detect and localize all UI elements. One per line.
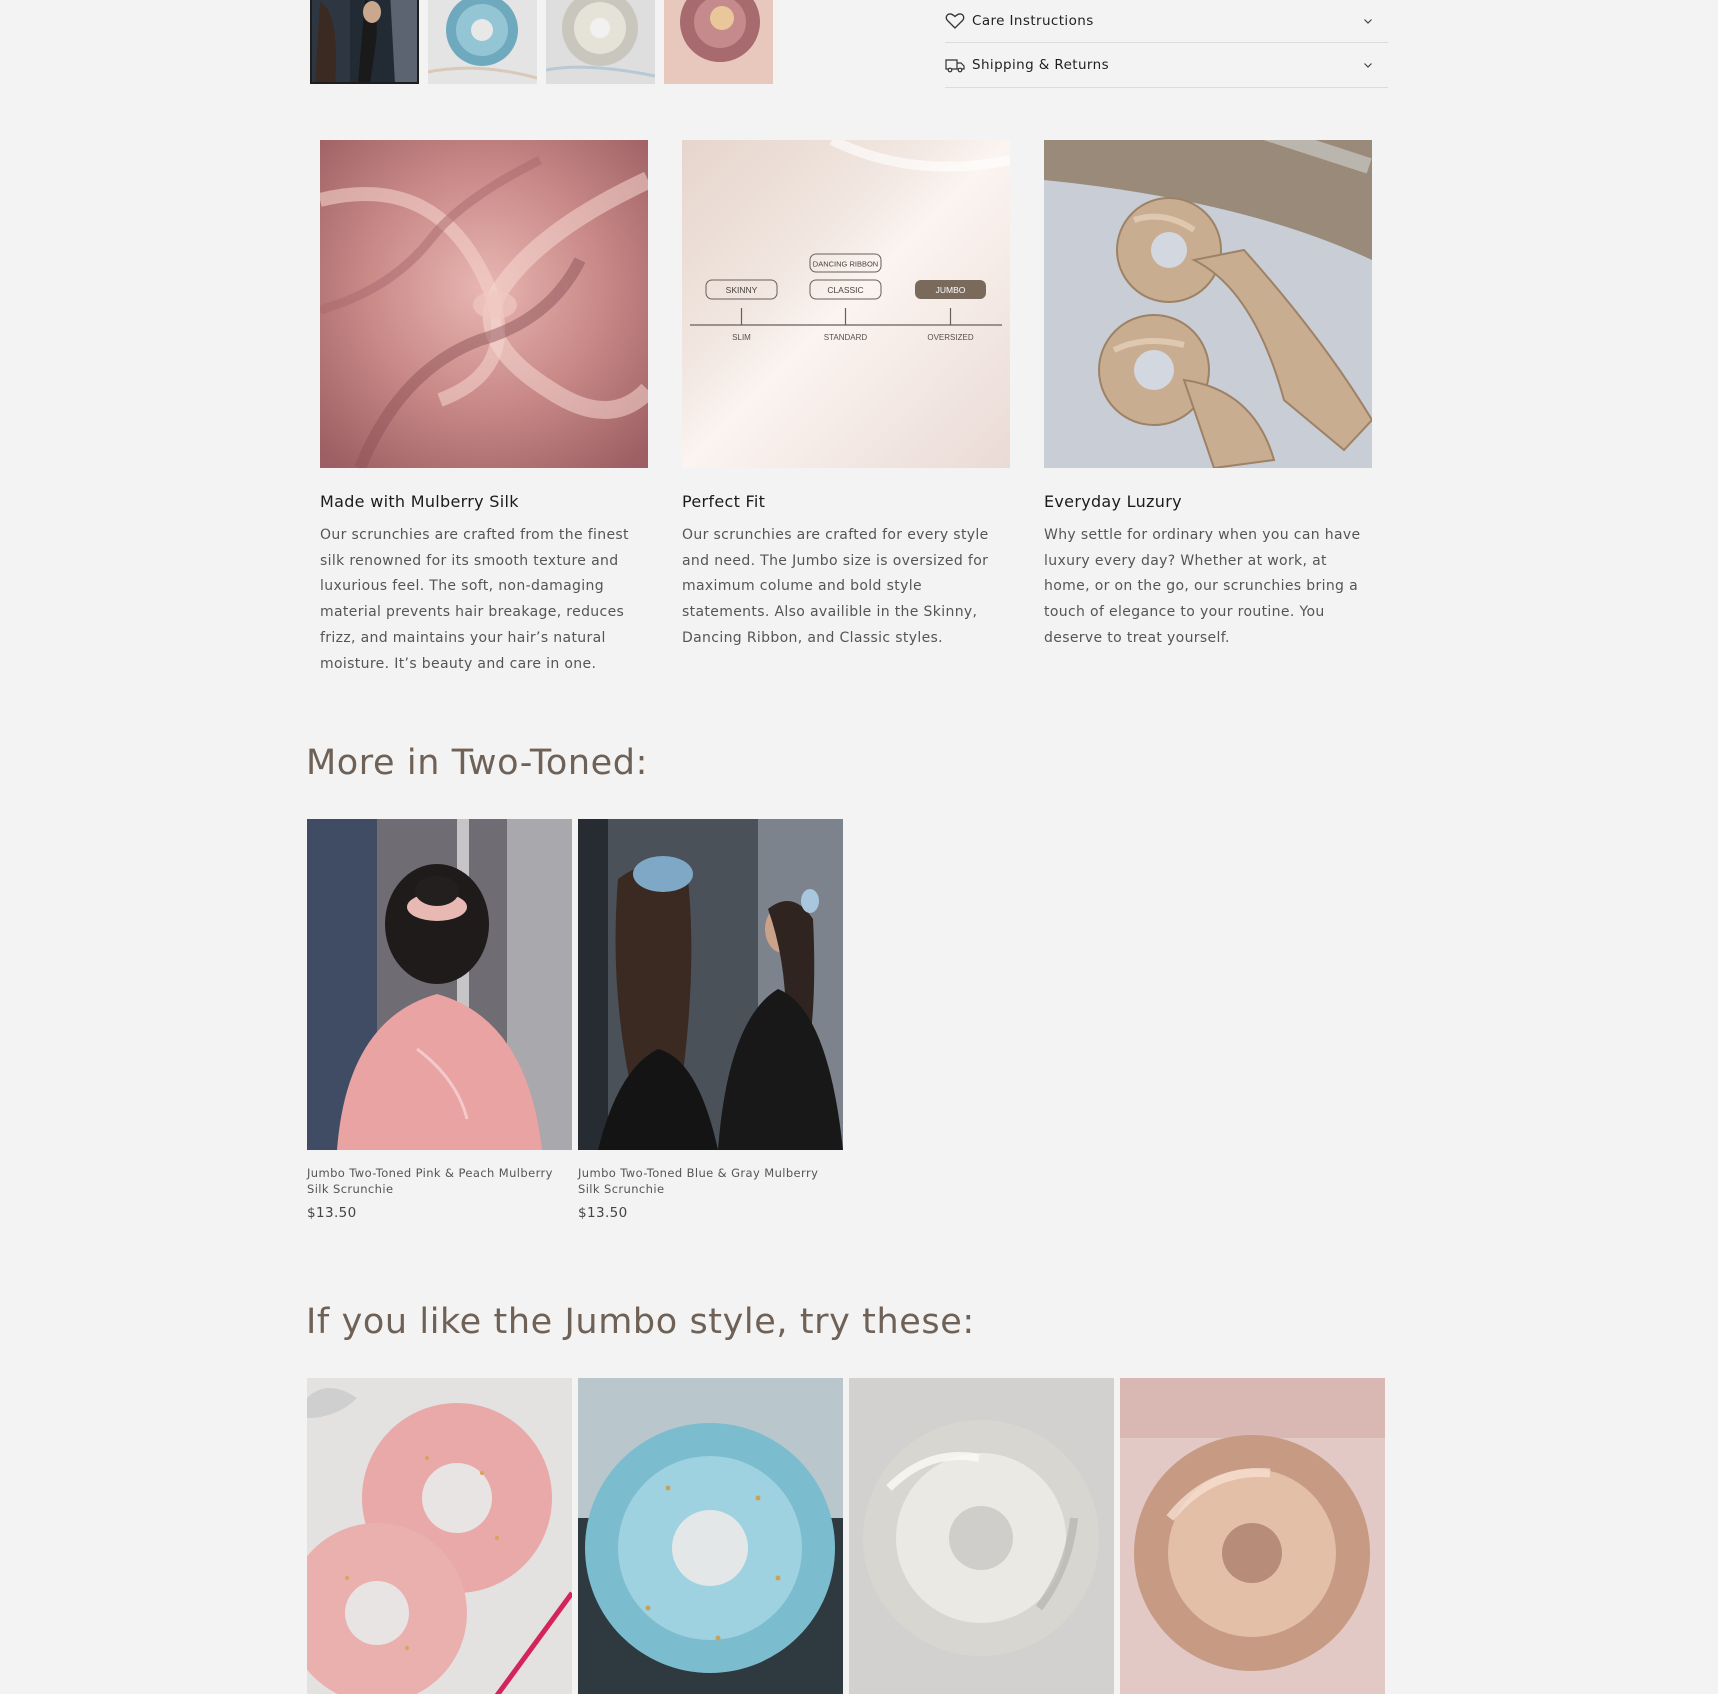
feature-description: Why settle for ordinary when you can hav… (1044, 527, 1361, 646)
size-chart-image: DANCING RIBBON SKINNY CLASSIC JUMBO SLIM… (682, 140, 1010, 468)
feature-perfect-fit: DANCING RIBBON SKINNY CLASSIC JUMBO SLIM… (682, 140, 1010, 677)
product-card[interactable] (1120, 1378, 1385, 1694)
product-card[interactable] (849, 1378, 1114, 1694)
product-image[interactable] (1120, 1378, 1385, 1694)
feature-title: Everyday Luzury (1044, 492, 1182, 511)
product-image[interactable] (578, 1378, 843, 1694)
shipping-returns-accordion[interactable]: Shipping & Returns (945, 43, 1388, 88)
feature-description: Our scrunchies are crafted for every sty… (682, 527, 989, 646)
section-heading-jumbo-style: If you like the Jumbo style, try these: (306, 1302, 975, 1342)
champagne-scrunchies-image (1044, 140, 1372, 468)
product-card[interactable] (578, 1378, 843, 1694)
product-price: $13.50 (307, 1205, 357, 1221)
accordion-label-shipping: Shipping & Returns (972, 57, 1110, 73)
gallery-thumbnail-3[interactable] (546, 0, 655, 84)
feature-title: Perfect Fit (682, 492, 766, 511)
section-heading-two-toned: More in Two-Toned: (306, 743, 648, 783)
axis-label-oversized: OVERSIZED (927, 333, 973, 342)
care-instructions-accordion[interactable]: Care Instructions (945, 0, 1388, 43)
product-card[interactable] (307, 1378, 572, 1694)
heart-icon (945, 11, 965, 31)
feature-columns: Made with Mulberry Silk Our scrunchies a… (320, 140, 1372, 677)
size-label-dancing-ribbon: DANCING RIBBON (813, 260, 878, 269)
product-card[interactable]: Jumbo Two-Toned Pink & Peach Mulberry Si… (307, 819, 572, 1221)
gallery-thumbnail-1[interactable] (310, 0, 419, 84)
product-image[interactable] (307, 1378, 572, 1694)
gallery-thumbnail-2[interactable] (428, 0, 537, 84)
product-image[interactable] (307, 819, 572, 1150)
gallery-thumbnail-4[interactable] (664, 0, 773, 84)
product-info-accordions: Care Instructions Shipping & Returns (945, 0, 1388, 88)
product-image[interactable] (849, 1378, 1114, 1694)
feature-description: Our scrunchies are crafted from the fine… (320, 527, 629, 672)
accordion-label-care: Care Instructions (972, 13, 1094, 29)
product-image[interactable] (578, 819, 843, 1150)
axis-label-standard: STANDARD (824, 333, 868, 342)
product-price: $13.50 (578, 1205, 628, 1221)
size-label-classic: CLASSIC (827, 285, 863, 295)
product-card[interactable]: Jumbo Two-Toned Blue & Gray Mulberry Sil… (578, 819, 843, 1221)
feature-everyday-luxury: Everyday Luzury Why settle for ordinary … (1044, 140, 1372, 677)
feature-title: Made with Mulberry Silk (320, 492, 519, 511)
jumbo-product-grid (307, 1378, 1385, 1694)
feature-mulberry-silk: Made with Mulberry Silk Our scrunchies a… (320, 140, 648, 677)
chevron-down-icon (1364, 19, 1372, 24)
chevron-down-icon (1364, 63, 1372, 68)
truck-icon (945, 55, 965, 75)
product-title[interactable]: Jumbo Two-Toned Blue & Gray Mulberry Sil… (578, 1166, 843, 1197)
product-title[interactable]: Jumbo Two-Toned Pink & Peach Mulberry Si… (307, 1166, 572, 1197)
size-label-skinny: SKINNY (726, 285, 758, 295)
product-gallery-thumbnails (310, 0, 773, 84)
size-label-jumbo: JUMBO (936, 285, 966, 295)
axis-label-slim: SLIM (732, 333, 751, 342)
pink-silk-image (320, 140, 648, 468)
two-toned-product-grid: Jumbo Two-Toned Pink & Peach Mulberry Si… (307, 819, 843, 1221)
